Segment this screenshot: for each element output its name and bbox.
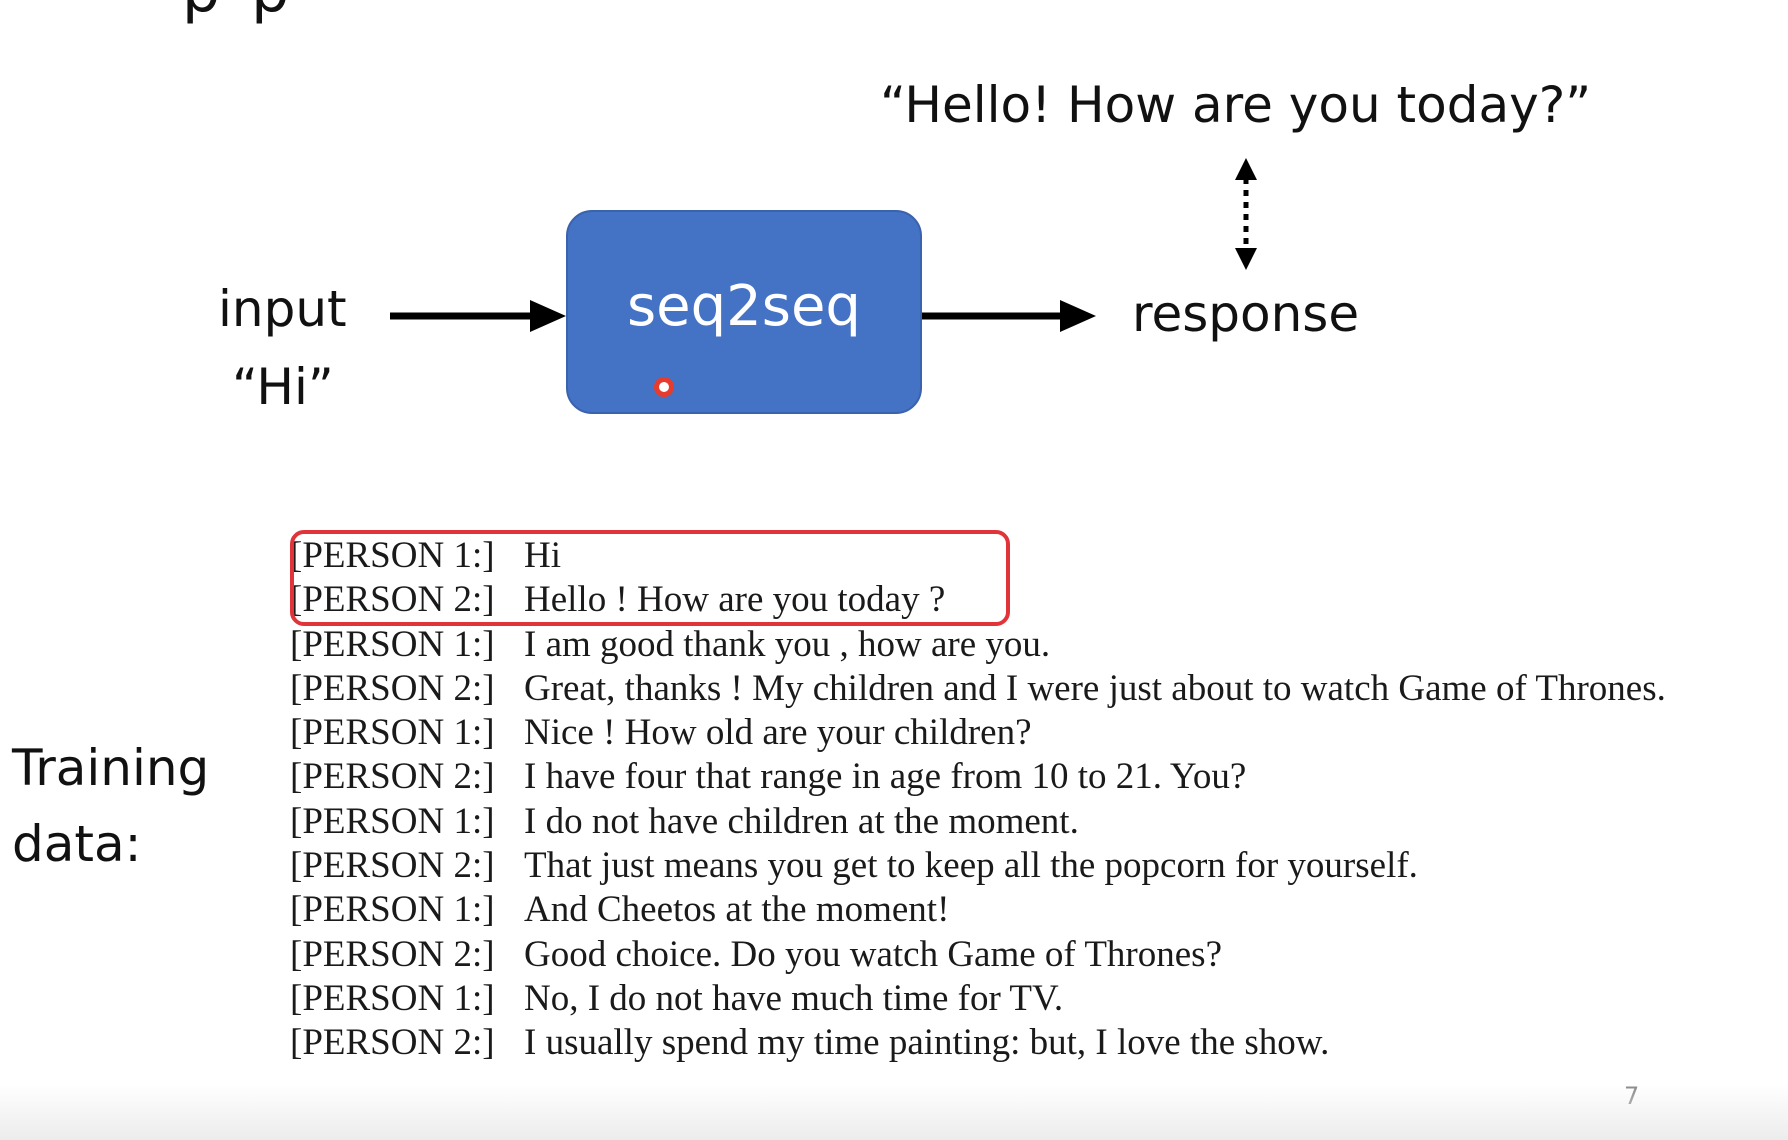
input-label: input [218, 280, 347, 338]
speaker-tag: [PERSON 1:] [290, 889, 495, 931]
dialogue-line: [PERSON 2:] I have four that range in age… [290, 755, 1666, 799]
speaker-tag: [PERSON 2:] [290, 1022, 495, 1064]
input-example: “Hi” [232, 358, 334, 416]
utterance: I have four that range in age from 10 to… [524, 756, 1247, 798]
utterance: And Cheetos at the moment! [524, 889, 950, 931]
dialogue-line: [PERSON 1:] Nice ! How old are your child… [290, 711, 1666, 755]
speaker-tag: [PERSON 1:] [290, 712, 495, 754]
slide: p p “Hello! How are you today?” input “H… [0, 0, 1788, 1140]
utterance: That just means you get to keep all the … [524, 845, 1418, 887]
training-data-label: Training data: [12, 730, 209, 882]
utterance: Great, thanks ! My children and I were j… [524, 667, 1666, 709]
utterance: I am good thank you , how are you. [524, 623, 1051, 665]
slide-title-fragment: p p [182, 0, 295, 26]
dialogue-line: [PERSON 2:] I usually spend my time paint… [290, 1021, 1666, 1065]
highlighted-pair-box [290, 530, 1010, 626]
model-to-response-arrow [922, 300, 1096, 332]
speaker-tag: [PERSON 1:] [290, 623, 495, 665]
bottom-shadow [0, 1084, 1788, 1140]
dialogue-line: [PERSON 1:] I do not have children at the… [290, 800, 1666, 844]
seq2seq-model-box: seq2seq [566, 210, 922, 414]
laser-pointer-cursor [654, 377, 674, 397]
dialogue-line: [PERSON 1:] I am good thank you , how are… [290, 623, 1666, 667]
speaker-tag: [PERSON 1:] [290, 977, 495, 1019]
speaker-tag: [PERSON 2:] [290, 756, 495, 798]
utterance: Good choice. Do you watch Game of Throne… [524, 933, 1222, 975]
utterance: Nice ! How old are your children? [524, 712, 1032, 754]
dialogue-line: [PERSON 2:] That just means you get to ke… [290, 844, 1666, 888]
speaker-tag: [PERSON 2:] [290, 933, 495, 975]
model-label: seq2seq [627, 273, 861, 339]
response-label: response [1132, 285, 1360, 343]
input-to-model-arrow [390, 300, 566, 332]
speaker-tag: [PERSON 2:] [290, 667, 495, 709]
speaker-tag: [PERSON 1:] [290, 800, 495, 842]
target-response-text: “Hello! How are you today?” [880, 76, 1592, 134]
training-label-line2: data: [12, 815, 142, 873]
utterance: I do not have children at the moment. [524, 800, 1079, 842]
utterance: No, I do not have much time for TV. [524, 977, 1064, 1019]
speaker-tag: [PERSON 2:] [290, 845, 495, 887]
dialogue-line: [PERSON 1:] No, I do not have much time f… [290, 977, 1666, 1021]
training-label-line1: Training [12, 739, 210, 797]
dialogue-line: [PERSON 1:] And Cheetos at the moment! [290, 888, 1666, 932]
dialogue-line: [PERSON 2:] Great, thanks ! My children a… [290, 667, 1666, 711]
dialogue-line: [PERSON 2:] Good choice. Do you watch Gam… [290, 933, 1666, 977]
compare-dotted-arrow [1235, 158, 1257, 270]
utterance: I usually spend my time painting: but, I… [524, 1022, 1330, 1064]
